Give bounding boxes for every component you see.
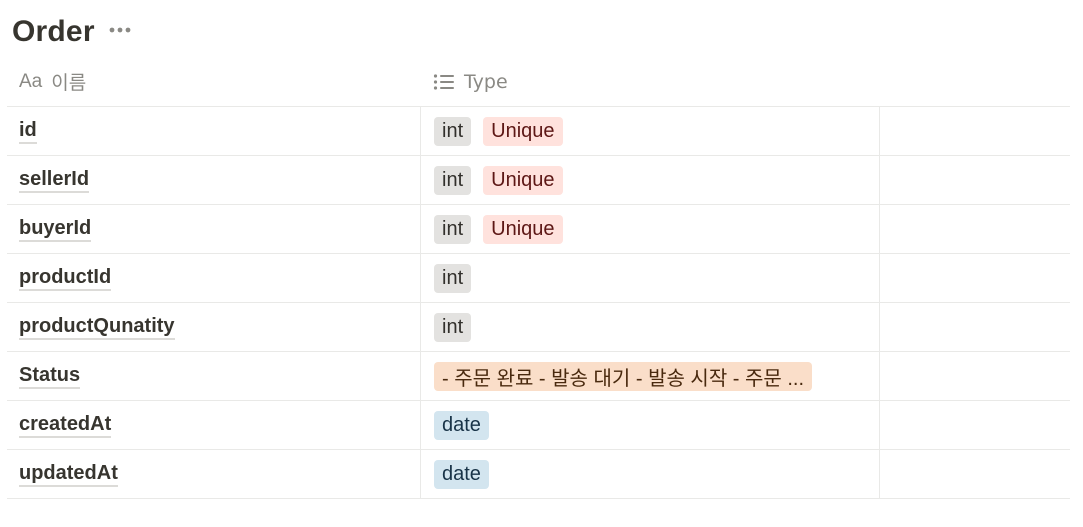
type-tag: int bbox=[434, 263, 472, 293]
table-row[interactable]: Status - 주문 완료 - 발송 대기 - 발송 시작 - 주문 ... bbox=[7, 352, 1070, 401]
name-cell[interactable]: createdAt bbox=[7, 401, 420, 449]
type-tag: Unique bbox=[483, 165, 563, 195]
type-tag: int bbox=[434, 116, 472, 146]
name-cell[interactable]: id bbox=[7, 107, 420, 155]
type-tag: int bbox=[434, 165, 472, 195]
empty-cell[interactable] bbox=[880, 156, 1070, 204]
empty-cell[interactable] bbox=[880, 401, 1070, 449]
database-header: Order bbox=[12, 12, 131, 52]
table-row[interactable]: createdAt date bbox=[7, 401, 1070, 450]
table-row[interactable]: productId int bbox=[7, 254, 1070, 303]
table-body: id int Unique sellerId int Unique buyerId int Un… bbox=[7, 107, 1070, 499]
text-property-icon: Aa bbox=[19, 70, 43, 92]
name-cell[interactable]: buyerId bbox=[7, 205, 420, 253]
empty-cell[interactable] bbox=[880, 254, 1070, 302]
name-cell[interactable]: productId bbox=[7, 254, 420, 302]
more-options-icon[interactable] bbox=[109, 20, 131, 40]
row-title[interactable]: updatedAt bbox=[19, 462, 118, 487]
row-title[interactable]: createdAt bbox=[19, 413, 112, 438]
name-cell[interactable]: updatedAt bbox=[7, 450, 420, 498]
type-cell[interactable]: int Unique bbox=[420, 156, 880, 204]
table-header: Aa 이름 Type bbox=[7, 57, 1070, 107]
column-header-type-label: Type bbox=[464, 70, 508, 93]
type-cell[interactable]: date bbox=[420, 450, 880, 498]
type-tag: Unique bbox=[483, 214, 563, 244]
empty-cell[interactable] bbox=[880, 107, 1070, 155]
name-cell[interactable]: productQunatity bbox=[7, 303, 420, 351]
name-cell[interactable]: Status bbox=[7, 352, 420, 400]
empty-cell[interactable] bbox=[880, 303, 1070, 351]
table-row[interactable]: buyerId int Unique bbox=[7, 205, 1070, 254]
type-tag: int bbox=[434, 312, 472, 342]
row-title[interactable]: productQunatity bbox=[19, 315, 175, 340]
type-cell[interactable]: int bbox=[420, 303, 880, 351]
row-title[interactable]: Status bbox=[19, 364, 81, 389]
type-tag: date bbox=[434, 410, 489, 440]
type-cell[interactable]: int bbox=[420, 254, 880, 302]
table-row[interactable]: id int Unique bbox=[7, 107, 1070, 156]
type-cell[interactable]: int Unique bbox=[420, 205, 880, 253]
type-tag: int bbox=[434, 214, 472, 244]
database-title[interactable]: Order bbox=[12, 15, 95, 49]
database-table: Aa 이름 Type id int Unique sellerId int Unique b… bbox=[7, 57, 1070, 499]
empty-cell[interactable] bbox=[880, 352, 1070, 400]
table-row[interactable]: productQunatity int bbox=[7, 303, 1070, 352]
row-title[interactable]: id bbox=[19, 119, 37, 144]
type-cell[interactable]: date bbox=[420, 401, 880, 449]
column-header-type[interactable]: Type bbox=[420, 57, 880, 106]
multi-select-list-icon bbox=[433, 73, 455, 91]
table-row[interactable]: sellerId int Unique bbox=[7, 156, 1070, 205]
type-cell[interactable]: - 주문 완료 - 발송 대기 - 발송 시작 - 주문 ... bbox=[420, 352, 880, 400]
type-tag: date bbox=[434, 459, 489, 489]
column-header-name[interactable]: Aa 이름 bbox=[7, 57, 420, 106]
row-title[interactable]: buyerId bbox=[19, 217, 92, 242]
empty-cell[interactable] bbox=[880, 205, 1070, 253]
type-cell[interactable]: int Unique bbox=[420, 107, 880, 155]
row-title[interactable]: productId bbox=[19, 266, 112, 291]
type-tag: - 주문 완료 - 발송 대기 - 발송 시작 - 주문 ... bbox=[434, 361, 813, 391]
row-title[interactable]: sellerId bbox=[19, 168, 90, 193]
table-row[interactable]: updatedAt date bbox=[7, 450, 1070, 499]
name-cell[interactable]: sellerId bbox=[7, 156, 420, 204]
type-tag: Unique bbox=[483, 116, 563, 146]
empty-cell[interactable] bbox=[880, 450, 1070, 498]
column-header-name-label: 이름 bbox=[51, 72, 87, 94]
